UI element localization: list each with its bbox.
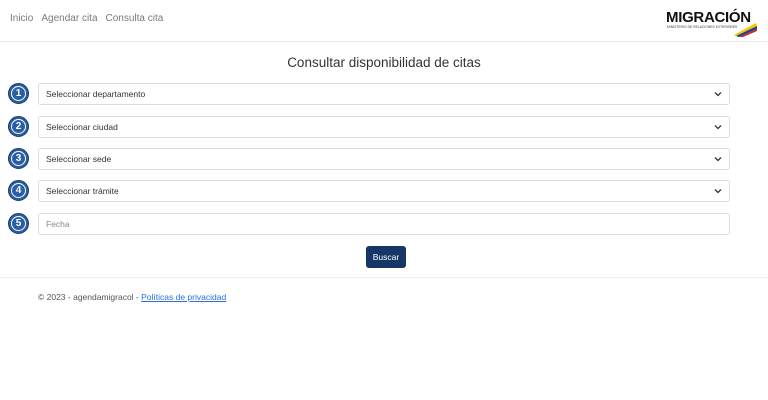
chevron-down-icon: [714, 157, 722, 162]
chevron-down-icon: [714, 189, 722, 194]
nav-link-agendar-cita[interactable]: Agendar cita: [41, 13, 97, 24]
form-row-fecha: 5 Fecha: [8, 213, 730, 235]
departamento-select[interactable]: Seleccionar departamento: [38, 83, 730, 105]
sede-select[interactable]: Seleccionar sede: [38, 148, 730, 170]
step-badge-4: 4: [8, 180, 29, 201]
step-badge-3: 3: [8, 148, 29, 169]
form-row-sede: 3 Seleccionar sede: [8, 148, 730, 170]
footer: © 2023 - agendamigracol - Políticas de p…: [38, 292, 226, 302]
form-row-ciudad: 2 Seleccionar ciudad: [8, 116, 730, 138]
logo-subtitle: MINISTERIO DE RELACIONES EXTERIORES: [667, 25, 738, 29]
ciudad-select[interactable]: Seleccionar ciudad: [38, 116, 730, 138]
footer-copyright: © 2023 - agendamigracol -: [38, 292, 142, 302]
form-row-tramite: 4 Seleccionar trámite: [8, 180, 730, 202]
nav-links: Inicio Agendar cita Consulta cita: [10, 13, 163, 24]
tramite-select-label: Seleccionar trámite: [46, 186, 119, 196]
nav-link-consulta-cita[interactable]: Consulta cita: [106, 13, 164, 24]
footer-divider: [0, 277, 768, 278]
chevron-down-icon: [714, 92, 722, 97]
fecha-input[interactable]: Fecha: [38, 213, 730, 235]
migracion-logo[interactable]: MIGRACIÓN MINISTERIO DE RELACIONES EXTER…: [666, 9, 758, 37]
departamento-select-label: Seleccionar departamento: [46, 89, 146, 99]
ciudad-select-label: Seleccionar ciudad: [46, 122, 118, 132]
step-badge-5: 5: [8, 213, 29, 234]
privacy-policy-link[interactable]: Políticas de privacidad: [141, 292, 226, 302]
fecha-input-placeholder: Fecha: [46, 219, 70, 229]
page-title: Consultar disponibilidad de citas: [287, 55, 481, 70]
tramite-select[interactable]: Seleccionar trámite: [38, 180, 730, 202]
top-navbar: Inicio Agendar cita Consulta cita MIGRAC…: [0, 0, 768, 42]
nav-link-inicio[interactable]: Inicio: [10, 13, 33, 24]
form-row-departamento: 1 Seleccionar departamento: [8, 83, 730, 105]
step-badge-1: 1: [8, 83, 29, 104]
flag-swoosh-icon: [734, 23, 757, 37]
chevron-down-icon: [714, 125, 722, 130]
buscar-button[interactable]: Buscar: [366, 246, 406, 268]
sede-select-label: Seleccionar sede: [46, 154, 112, 164]
step-badge-2: 2: [8, 116, 29, 137]
